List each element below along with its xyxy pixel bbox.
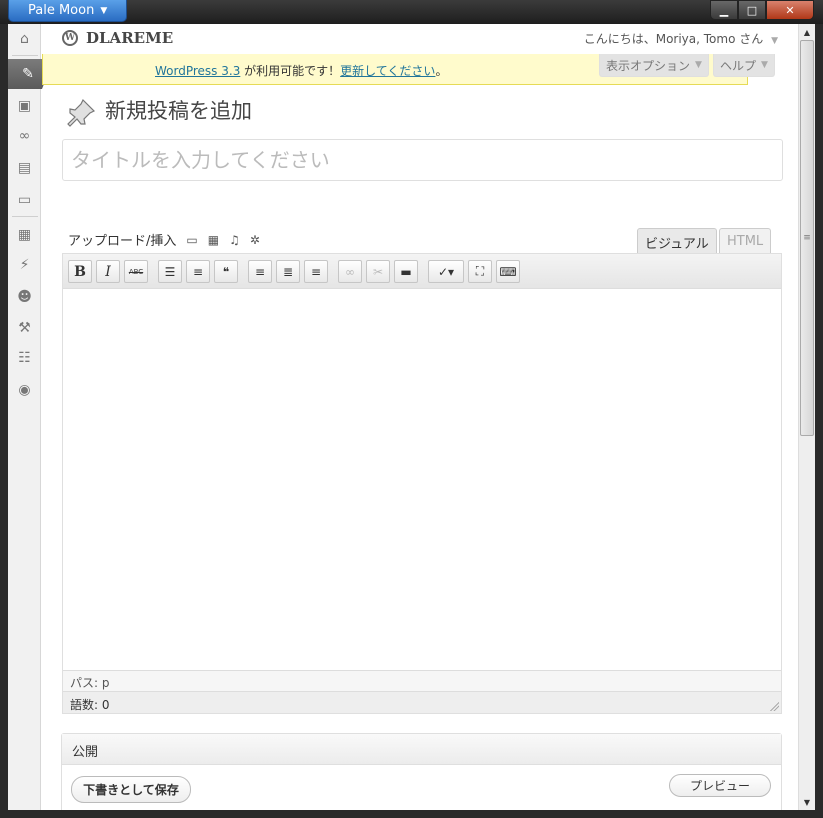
window-controls: ▁ □ ✕ [710,0,814,20]
menu-separator [12,55,38,56]
tab-html[interactable]: HTML [719,228,772,253]
update-notice-middle: が利用可能です！ [240,64,341,78]
app-menu-button[interactable]: Pale Moon ▼ [8,0,127,22]
chevron-down-icon: ▼ [761,60,768,70]
admin-menu: ⌂ ✎ ▣ ∞ ▤ ▭ ▦ ⚡ ☻ ⚒ ☷ ◉ [8,24,48,810]
browser-window: Pale Moon ▼ ▁ □ ✕ ⌂ ✎ ▣ ∞ ▤ ▭ ▦ ⚡ ☻ ⚒ ☷ … [0,0,823,818]
links-icon[interactable]: ∞ [8,121,41,151]
scroll-down-icon[interactable]: ▼ [799,794,815,810]
screen-options-label: 表示オプション [606,58,691,73]
settings-icon[interactable]: ☷ [8,343,41,373]
scrollbar-thumb[interactable]: ≡ [800,40,814,436]
editor-content-area[interactable] [63,290,781,670]
site-name[interactable]: DLAREME [86,29,173,47]
add-video-icon[interactable]: ▦ [208,233,219,247]
user-greeting-text: こんにちは、Moriya, Tomo さん [583,32,764,46]
collapse-icon[interactable]: ◉ [8,375,41,405]
update-notice-text: WordPress 3.3 が利用可能です！更新してください。 [155,62,447,79]
update-now-link[interactable]: 更新してください [340,64,435,78]
fullscreen-button[interactable]: ⛶ [468,260,492,283]
screen-options-tab[interactable]: 表示オプション ▼ [599,54,709,77]
admin-header: W DLAREME こんにちは、Moriya, Tomo さん ▼ [42,24,798,54]
title-bar: Pale Moon ▼ ▁ □ ✕ [0,0,823,24]
appearance-icon[interactable]: ▦ [8,220,41,250]
align-left-button[interactable]: ≡ [248,260,272,283]
strikethrough-button[interactable]: ABC [124,260,148,283]
italic-button[interactable]: I [96,260,120,283]
close-button[interactable]: ✕ [766,0,814,20]
users-icon[interactable]: ☻ [8,282,41,312]
tab-visual[interactable]: ビジュアル [637,228,717,255]
word-count-text: 語数: 0 [70,698,110,712]
wordpress-version-link[interactable]: WordPress 3.3 [155,64,240,78]
save-draft-button[interactable]: 下書きとして保存 [71,776,191,803]
menu-separator [12,216,38,217]
upload-insert-label: アップロード/挿入 [68,234,177,249]
post-editor: B I ABC ☰ ≡ ❝ ≡ ≣ ≡ ∞ ✂ ▬ ✓▾ ⛶ ⌨ パス: p 語… [62,253,782,714]
add-audio-icon[interactable]: ♫ [229,233,240,247]
chevron-down-icon: ▼ [100,5,108,16]
wordpress-logo-icon: W [62,30,78,46]
publish-heading[interactable]: 公開 [62,734,781,765]
post-title-input[interactable]: タイトルを入力してください [62,139,783,181]
plugins-icon[interactable]: ⚡ [8,250,41,280]
word-count: 語数: 0 [63,691,781,713]
insert-link-button[interactable]: ∞ [338,260,362,283]
publish-box: 公開 下書きとして保存 プレビュー [61,733,782,810]
align-right-button[interactable]: ≡ [304,260,328,283]
upload-insert-row: アップロード/挿入 ▭ ▦ ♫ ✲ [68,230,260,250]
tools-icon[interactable]: ⚒ [8,313,41,343]
media-icon[interactable]: ▣ [8,91,41,121]
add-media-icon[interactable]: ✲ [250,233,260,247]
bold-button[interactable]: B [68,260,92,283]
minimize-button[interactable]: ▁ [710,0,738,20]
editor-path: パス: p [63,670,781,691]
resize-handle[interactable] [769,701,779,711]
bulleted-list-button[interactable]: ☰ [158,260,182,283]
dashboard-icon[interactable]: ⌂ [8,24,41,54]
blockquote-button[interactable]: ❝ [214,260,238,283]
pages-icon[interactable]: ▤ [8,153,41,183]
chevron-down-icon: ▼ [771,36,778,46]
app-menu-label: Pale Moon [28,3,95,18]
editor-toolbar: B I ABC ☰ ≡ ❝ ≡ ≣ ≡ ∞ ✂ ▬ ✓▾ ⛶ ⌨ [63,254,781,289]
remove-link-button[interactable]: ✂ [366,260,390,283]
update-notice-end: 。 [435,64,448,78]
preview-button[interactable]: プレビュー [669,774,771,797]
comments-icon[interactable]: ▭ [8,185,41,215]
scroll-up-icon[interactable]: ▲ [799,24,815,40]
page-title: 新規投稿を追加 [105,99,252,123]
maximize-button[interactable]: □ [738,0,766,20]
chevron-down-icon: ▼ [695,60,702,70]
spellcheck-button[interactable]: ✓▾ [428,260,464,283]
user-greeting[interactable]: こんにちは、Moriya, Tomo さん ▼ [584,30,778,47]
kitchen-sink-button[interactable]: ⌨ [496,260,520,283]
pushpin-icon [67,98,96,127]
vertical-scrollbar[interactable]: ▲ ≡ ▼ [798,24,815,810]
add-image-icon[interactable]: ▭ [186,233,197,247]
help-tab[interactable]: ヘルプ ▼ [713,54,775,77]
page-viewport: ⌂ ✎ ▣ ∞ ▤ ▭ ▦ ⚡ ☻ ⚒ ☷ ◉ W DLAREME こんにちは、… [8,24,798,810]
insert-more-button[interactable]: ▬ [394,260,418,283]
help-label: ヘルプ [720,58,757,73]
align-center-button[interactable]: ≣ [276,260,300,283]
numbered-list-button[interactable]: ≡ [186,260,210,283]
